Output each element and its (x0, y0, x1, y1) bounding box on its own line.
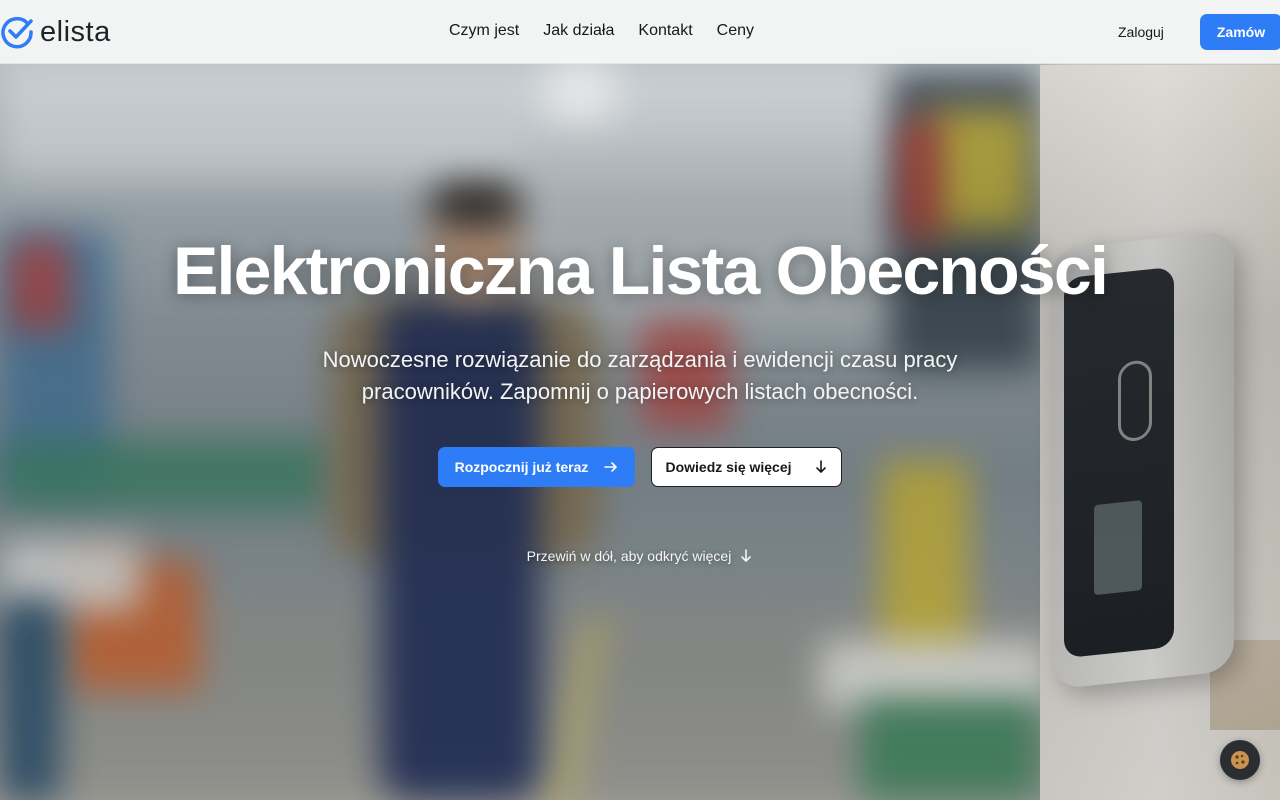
arrow-down-icon (741, 549, 752, 562)
main-nav: Czym jest Jak działa Kontakt Ceny (449, 22, 754, 40)
get-started-label: Rozpocznij już teraz (454, 459, 589, 475)
scroll-hint[interactable]: Przewiń w dół, aby odkryć więcej (0, 548, 1280, 564)
brand-name: elista (40, 15, 111, 48)
hero-subtitle: Nowoczesne rozwiązanie do zarządzania i … (322, 347, 958, 404)
check-circle-icon (1, 16, 33, 49)
nav-item-kontakt[interactable]: Kontakt (638, 22, 692, 40)
learn-more-label: Dowiedz się więcej (665, 459, 792, 475)
nav-item-czym-jest[interactable]: Czym jest (449, 22, 519, 40)
get-started-button[interactable]: Rozpocznij już teraz (438, 447, 635, 487)
scroll-hint-label: Przewiń w dół, aby odkryć więcej (526, 548, 732, 564)
order-button[interactable]: Zamów (1200, 14, 1280, 50)
arrow-right-icon (604, 462, 618, 472)
cookie-settings-button[interactable] (1220, 740, 1260, 780)
site-header: elista Czym jest Jak działa Kontakt Ceny… (0, 0, 1280, 64)
cookie-icon (1231, 751, 1249, 769)
login-link[interactable]: Zaloguj (1118, 24, 1164, 40)
hero-title: Elektroniczna Lista Obecności (172, 233, 1109, 309)
arrow-down-icon (815, 460, 826, 473)
logo[interactable]: elista (0, 14, 111, 50)
nav-item-jak-dziala[interactable]: Jak działa (543, 22, 614, 40)
learn-more-button[interactable]: Dowiedz się więcej (651, 447, 842, 487)
nav-item-ceny[interactable]: Ceny (717, 22, 754, 40)
